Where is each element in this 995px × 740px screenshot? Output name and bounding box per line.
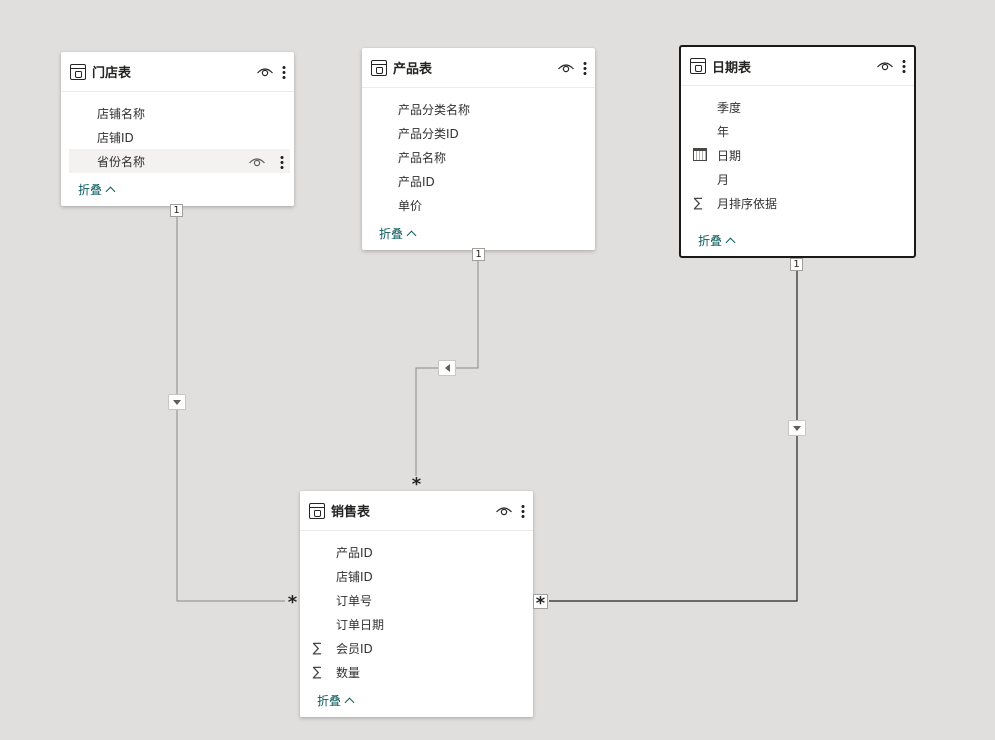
field-row[interactable]: 店铺ID <box>300 564 533 588</box>
table-card-header[interactable]: 门店表 <box>61 52 294 92</box>
field-row[interactable]: 日期 <box>681 143 914 167</box>
field-label: 年 <box>717 124 730 139</box>
filter-direction-arrow-down[interactable] <box>788 420 806 436</box>
table-card-store[interactable]: 门店表 店铺名称 店铺ID 省份名称 折叠 <box>61 52 294 206</box>
field-row[interactable]: 月 <box>681 167 914 191</box>
field-label: 单价 <box>398 198 423 213</box>
table-icon <box>70 63 86 80</box>
table-icon <box>371 59 387 76</box>
more-options-icon[interactable] <box>521 503 525 518</box>
chevron-up-icon <box>406 230 417 240</box>
table-title: 门店表 <box>92 66 132 81</box>
field-label: 季度 <box>717 100 742 115</box>
cardinality-many-marker: * <box>287 594 298 609</box>
sigma-icon: ∑ <box>312 640 322 656</box>
field-label: 产品分类名称 <box>398 102 471 117</box>
field-list: 季度 年 日期 月 ∑ 月排序依据 <box>681 86 914 215</box>
chevron-up-icon <box>105 186 116 196</box>
field-row[interactable]: 订单号 <box>300 588 533 612</box>
table-icon <box>309 502 325 519</box>
filter-direction-arrow-left[interactable] <box>438 360 456 376</box>
eye-icon[interactable] <box>495 505 513 517</box>
field-label: 店铺名称 <box>97 106 146 121</box>
calendar-icon <box>693 148 707 161</box>
eye-icon[interactable] <box>876 60 894 72</box>
field-label: 产品名称 <box>398 150 447 165</box>
field-label: 会员ID <box>336 641 373 656</box>
table-card-header[interactable]: 销售表 <box>300 491 533 531</box>
more-options-icon[interactable] <box>583 60 587 75</box>
collapse-button[interactable]: 折叠 <box>300 688 533 712</box>
field-label: 产品ID <box>336 545 373 560</box>
field-list: 产品分类名称 产品分类ID 产品名称 产品ID 单价 <box>362 88 595 217</box>
field-row[interactable]: 店铺名称 <box>61 101 294 125</box>
sigma-icon: ∑ <box>312 664 322 680</box>
eye-icon[interactable] <box>256 66 274 78</box>
field-label: 店铺ID <box>336 569 373 584</box>
field-label: 月排序依据 <box>717 196 778 211</box>
table-title: 产品表 <box>393 62 433 77</box>
cardinality-one-marker: 1 <box>790 258 803 271</box>
table-icon <box>690 58 706 74</box>
chevron-up-icon <box>725 237 736 247</box>
table-card-sales[interactable]: 销售表 产品ID 店铺ID 订单号 订单日期 ∑ 会员ID ∑ 数量 折叠 <box>300 491 533 717</box>
field-label: 数量 <box>336 665 361 680</box>
field-row[interactable]: 年 <box>681 119 914 143</box>
relationship-line-store-sales[interactable] <box>176 216 285 602</box>
collapse-label: 折叠 <box>317 693 342 708</box>
field-row[interactable]: 产品ID <box>300 540 533 564</box>
more-options-icon[interactable] <box>902 59 906 73</box>
field-label: 店铺ID <box>97 130 134 145</box>
table-title: 日期表 <box>712 60 752 76</box>
field-label: 省份名称 <box>97 154 146 169</box>
field-label: 产品分类ID <box>398 126 459 141</box>
field-row[interactable]: 产品ID <box>362 169 595 193</box>
field-eye-icon[interactable] <box>248 156 266 168</box>
collapse-button[interactable]: 折叠 <box>362 221 595 245</box>
field-row[interactable]: ∑ 会员ID <box>300 636 533 660</box>
field-row[interactable]: 订单日期 <box>300 612 533 636</box>
table-card-product[interactable]: 产品表 产品分类名称 产品分类ID 产品名称 产品ID 单价 折叠 <box>362 48 595 250</box>
field-label: 产品ID <box>398 174 435 189</box>
collapse-button[interactable]: 折叠 <box>681 228 914 252</box>
table-title: 销售表 <box>331 505 371 520</box>
field-row[interactable]: 产品分类名称 <box>362 97 595 121</box>
field-label: 月 <box>717 172 730 187</box>
field-row[interactable]: ∑ 数量 <box>300 660 533 684</box>
collapse-label: 折叠 <box>379 226 404 241</box>
chevron-up-icon <box>344 697 355 707</box>
field-list: 产品ID 店铺ID 订单号 订单日期 ∑ 会员ID ∑ 数量 <box>300 531 533 684</box>
field-row-hovered[interactable]: 省份名称 <box>69 149 290 173</box>
field-label: 日期 <box>717 148 742 163</box>
sigma-icon: ∑ <box>693 195 703 211</box>
collapse-button[interactable]: 折叠 <box>61 177 294 201</box>
cardinality-many-marker: * <box>533 594 548 609</box>
cardinality-many-marker: * <box>411 476 422 491</box>
cardinality-one-marker: 1 <box>170 204 183 217</box>
table-card-header[interactable]: 产品表 <box>362 48 595 88</box>
eye-icon[interactable] <box>557 62 575 74</box>
field-list: 店铺名称 店铺ID 省份名称 <box>61 92 294 173</box>
field-row[interactable]: 单价 <box>362 193 595 217</box>
field-label: 订单日期 <box>336 617 385 632</box>
more-options-icon[interactable] <box>282 64 286 79</box>
field-row[interactable]: 产品名称 <box>362 145 595 169</box>
field-row[interactable]: 店铺ID <box>61 125 294 149</box>
relationship-line-date-sales[interactable] <box>549 271 798 602</box>
field-row[interactable]: 季度 <box>681 95 914 119</box>
collapse-label: 折叠 <box>78 182 103 197</box>
field-row[interactable]: ∑ 月排序依据 <box>681 191 914 215</box>
field-more-options-icon[interactable] <box>280 155 284 169</box>
collapse-label: 折叠 <box>698 233 723 248</box>
cardinality-one-marker: 1 <box>472 248 485 261</box>
field-row[interactable]: 产品分类ID <box>362 121 595 145</box>
filter-direction-arrow-down[interactable] <box>168 394 186 410</box>
table-card-header[interactable]: 日期表 <box>681 47 914 86</box>
table-card-date[interactable]: 日期表 季度 年 日期 月 ∑ 月排序依据 折叠 <box>679 45 916 258</box>
field-label: 订单号 <box>336 593 373 608</box>
